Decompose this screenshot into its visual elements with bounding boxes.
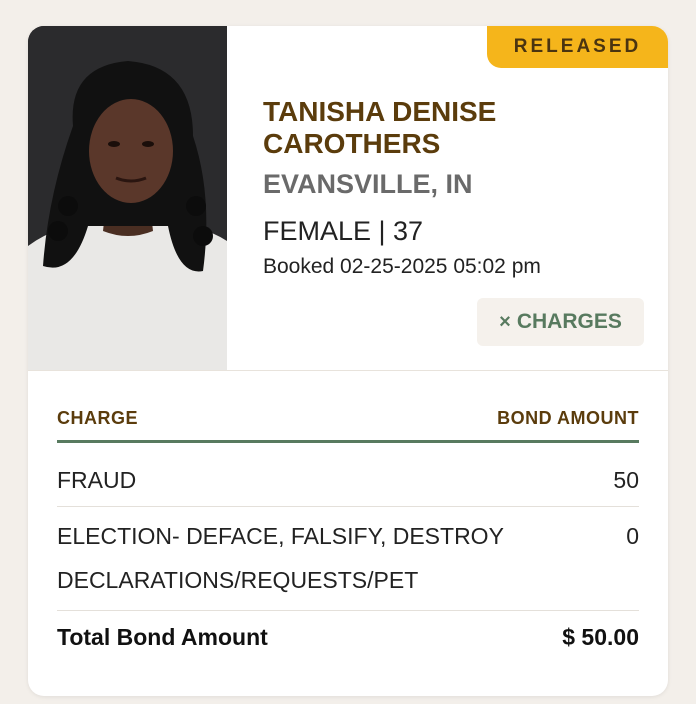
bond-column-header: BOND AMOUNT — [497, 408, 639, 428]
bond-amount: 0 — [626, 523, 639, 549]
booking-card: RELEASED TANISHA DENISE CAROTHERS EVANSV… — [28, 26, 668, 696]
table-row: ELECTION- DEFACE, FALSIFY, DESTROY DECLA… — [57, 508, 639, 611]
booking-header: RELEASED TANISHA DENISE CAROTHERS EVANSV… — [28, 26, 668, 371]
charges-button-label: CHARGES — [516, 310, 622, 333]
charge-description: FRAUD — [57, 467, 137, 493]
table-row: FRAUD 50 — [57, 454, 639, 507]
charge-description: ELECTION- DEFACE, FALSIFY, DESTROY DECLA… — [57, 523, 504, 593]
mugshot-image — [28, 26, 227, 370]
mugshot-photo — [28, 26, 227, 370]
booking-time: Booked 02-25-2025 05:02 pm — [263, 255, 541, 278]
charges-table-header: CHARGE BOND AMOUNT — [57, 406, 639, 443]
close-icon: × — [499, 310, 511, 333]
person-name: TANISHA DENISE CAROTHERS — [263, 96, 497, 159]
status-badge: RELEASED — [487, 26, 668, 68]
bond-amount: 50 — [613, 467, 639, 493]
total-bond-value: $ 50.00 — [562, 624, 639, 650]
charge-column-header: CHARGE — [57, 408, 139, 428]
total-bond-row: Total Bond Amount $ 50.00 — [57, 614, 639, 662]
toggle-charges-button[interactable]: × CHARGES — [477, 298, 644, 346]
person-location: EVANSVILLE, IN — [263, 169, 473, 199]
total-bond-label: Total Bond Amount — [57, 624, 268, 650]
person-demographics: FEMALE | 37 — [263, 216, 424, 246]
